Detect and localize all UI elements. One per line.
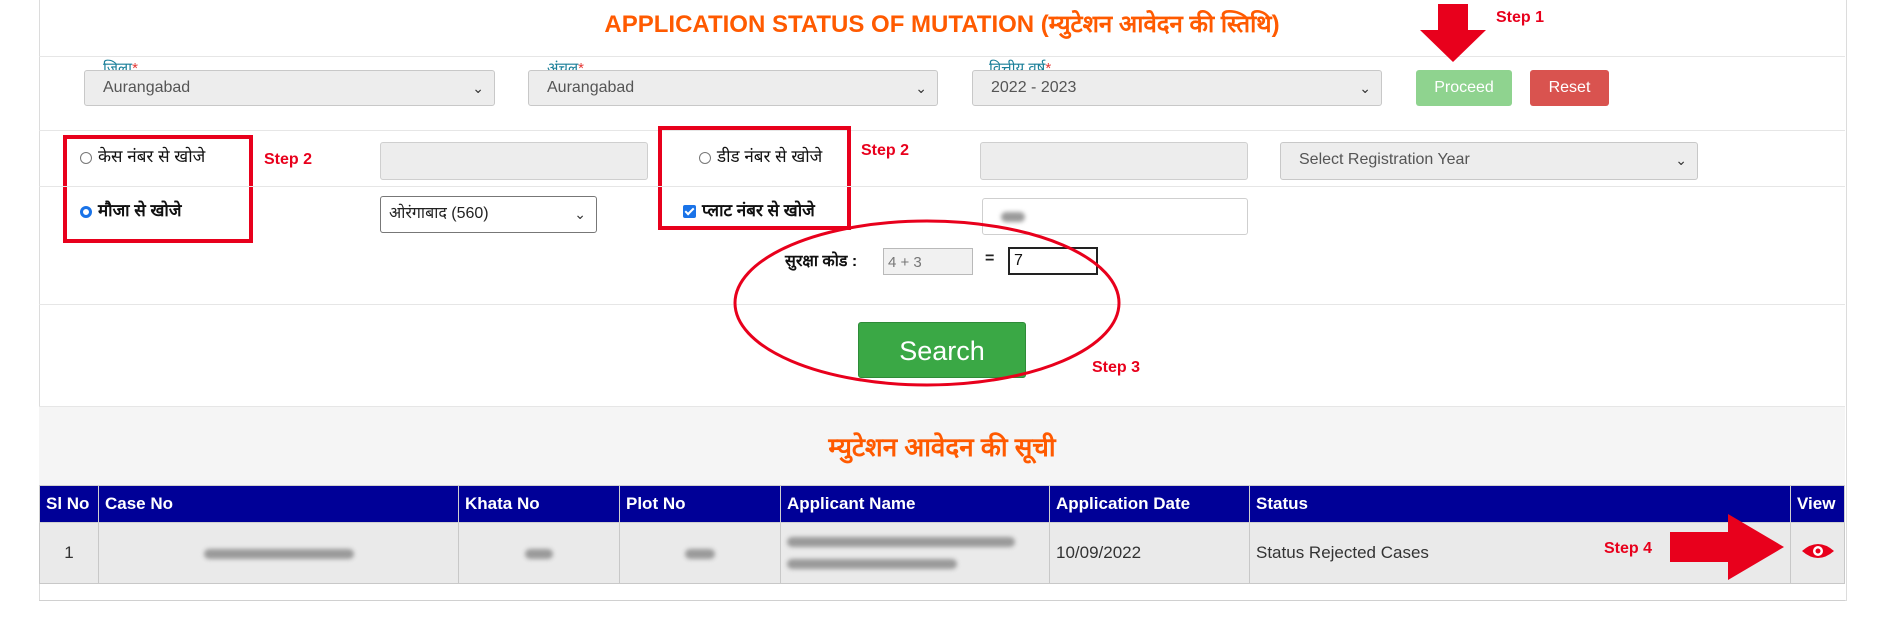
step2-highlight-box-1 bbox=[63, 135, 253, 243]
col-application-date: Application Date bbox=[1049, 485, 1250, 523]
cell-application-date: 10/09/2022 bbox=[1049, 522, 1250, 584]
district-select[interactable]: Aurangabad ⌄ bbox=[84, 70, 495, 106]
case-no-input[interactable] bbox=[380, 142, 648, 180]
red-arrow-icon bbox=[1420, 4, 1486, 62]
red-arrow-icon bbox=[1670, 514, 1784, 580]
table-header-row: Sl No Case No Khata No Plot No Applicant… bbox=[39, 485, 1845, 523]
step1-label: Step 1 bbox=[1496, 9, 1545, 26]
cell-case-no bbox=[98, 522, 459, 584]
eye-icon[interactable] bbox=[1800, 540, 1836, 562]
cell-plot-no bbox=[619, 522, 781, 584]
page-title: APPLICATION STATUS OF MUTATION (म्युटेशन… bbox=[39, 0, 1845, 57]
col-case-no: Case No bbox=[98, 485, 459, 523]
circle-select[interactable]: Aurangabad ⌄ bbox=[528, 70, 938, 106]
mauza-select[interactable]: ओरंगाबाद (560) ⌄ bbox=[380, 196, 597, 233]
chevron-down-icon: ⌄ bbox=[1675, 152, 1687, 168]
fin-year-select[interactable]: 2022 - 2023 ⌄ bbox=[972, 70, 1382, 106]
cell-khata-no bbox=[458, 522, 620, 584]
reset-button[interactable]: Reset bbox=[1530, 70, 1609, 106]
cell-view bbox=[1790, 522, 1845, 584]
step4-label: Step 4 bbox=[1604, 540, 1653, 557]
results-title: म्युटेशन आवेदन की सूची bbox=[828, 432, 1056, 462]
chevron-down-icon: ⌄ bbox=[915, 80, 927, 96]
cell-sl-no: 1 bbox=[39, 522, 99, 584]
col-applicant-name: Applicant Name bbox=[780, 485, 1050, 523]
step3-label: Step 3 bbox=[1092, 359, 1141, 376]
chevron-down-icon: ⌄ bbox=[1359, 80, 1371, 96]
step2-highlight-box-2 bbox=[658, 126, 851, 230]
col-sl-no: Sl No bbox=[39, 485, 99, 523]
col-khata-no: Khata No bbox=[458, 485, 620, 523]
step3-highlight-ellipse bbox=[733, 219, 1121, 387]
registration-year-select[interactable]: Select Registration Year ⌄ bbox=[1280, 142, 1698, 180]
results-table: Sl No Case No Khata No Plot No Applicant… bbox=[39, 485, 1845, 584]
proceed-button[interactable]: Proceed bbox=[1416, 70, 1512, 106]
col-plot-no: Plot No bbox=[619, 485, 781, 523]
chevron-down-icon: ⌄ bbox=[472, 80, 484, 96]
step2-label-b: Step 2 bbox=[861, 142, 910, 159]
table-row: 1 10/09/2022 Status Rejected Cases bbox=[39, 522, 1845, 584]
col-view: View bbox=[1790, 485, 1845, 523]
step2-label-a: Step 2 bbox=[264, 151, 313, 168]
deed-no-input[interactable] bbox=[980, 142, 1248, 180]
cell-applicant-name bbox=[780, 522, 1050, 584]
chevron-down-icon: ⌄ bbox=[574, 206, 586, 222]
